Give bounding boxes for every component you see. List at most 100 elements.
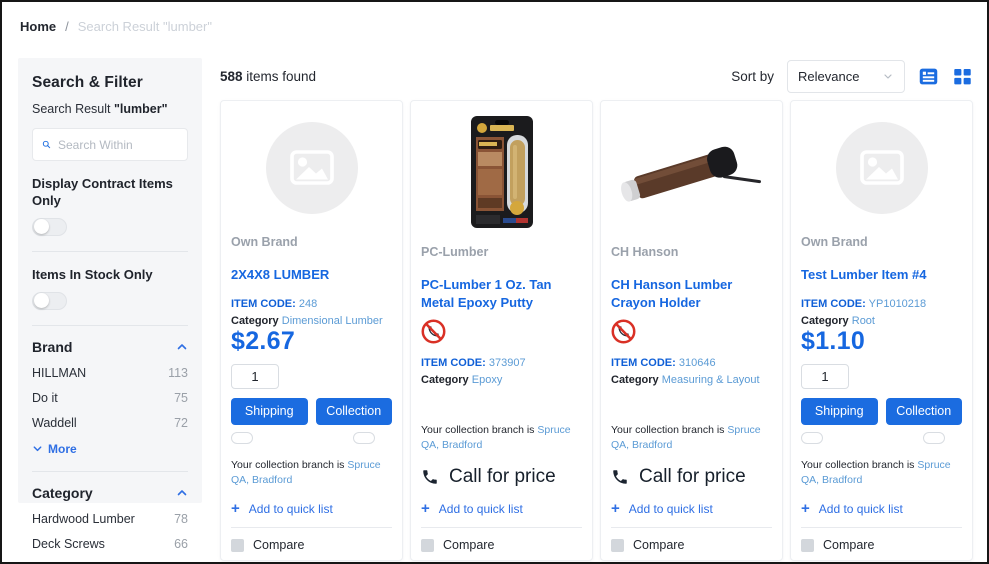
image-placeholder-icon	[266, 122, 358, 214]
add-to-quick-list[interactable]: + Add to quick list	[801, 501, 962, 516]
product-price: $2.67	[231, 327, 392, 356]
list-view-icon	[918, 66, 939, 87]
collection-branch-text: Your collection branch is Spruce QA, Bra…	[611, 423, 772, 453]
category-link[interactable]: Epoxy	[472, 374, 503, 386]
fulfillment-toggle-row	[231, 432, 392, 444]
category-link[interactable]: Root	[852, 315, 875, 327]
add-to-quick-list[interactable]: + Add to quick list	[421, 501, 582, 516]
category-filter-hardwood-lumber[interactable]: Hardwood Lumber 78	[32, 512, 188, 526]
call-for-price: Call for price	[611, 466, 772, 488]
filter-count: 113	[168, 366, 188, 380]
product-title-link[interactable]: Test Lumber Item #4	[801, 266, 962, 284]
compare-row[interactable]: Compare	[421, 527, 582, 552]
add-to-quick-list[interactable]: + Add to quick list	[611, 501, 772, 516]
brand-filter-hillman[interactable]: HILLMAN 113	[32, 366, 188, 380]
collection-branch-text: Your collection branch is Spruce QA, Bra…	[801, 458, 962, 488]
compare-row[interactable]: Compare	[611, 527, 772, 552]
call-for-price: Call for price	[421, 466, 582, 488]
grid-view-button[interactable]	[952, 66, 973, 87]
search-within-box	[32, 128, 188, 161]
product-grid: Own Brand 2X4X8 LUMBER ITEM CODE: 248 Ca…	[220, 100, 973, 561]
item-code-row: ITEM CODE: 373907	[421, 357, 582, 369]
sort-select-value: Relevance	[798, 69, 859, 84]
filter-count: 72	[174, 416, 188, 430]
search-within-input[interactable]	[58, 138, 178, 152]
product-image[interactable]	[231, 111, 392, 225]
sidebar-title: Search & Filter	[32, 74, 188, 92]
category-section-header[interactable]: Category	[32, 485, 188, 501]
in-stock-toggle-label: Items In Stock Only	[32, 267, 188, 284]
collection-button[interactable]: Collection	[316, 398, 393, 425]
shipping-select-pill[interactable]	[231, 432, 253, 444]
divider	[32, 251, 188, 252]
shipping-select-pill[interactable]	[801, 432, 823, 444]
sort-select[interactable]: Relevance	[787, 60, 905, 93]
plus-icon: +	[801, 501, 810, 516]
no-call-icon	[611, 319, 636, 344]
brand-filter-waddell[interactable]: Waddell 72	[32, 416, 188, 430]
in-stock-toggle[interactable]	[32, 292, 67, 310]
item-code-row: ITEM CODE: 310646	[611, 357, 772, 369]
category-link[interactable]: Measuring & Layout	[662, 374, 760, 386]
item-code-row: ITEM CODE: YP1010218	[801, 298, 962, 310]
breadcrumb-current: Search Result "lumber"	[78, 19, 212, 34]
compare-row[interactable]: Compare	[801, 527, 962, 552]
brand-more-link[interactable]: More	[32, 442, 188, 456]
quantity-input[interactable]	[231, 364, 279, 389]
compare-checkbox[interactable]	[421, 539, 434, 552]
quantity-input[interactable]	[801, 364, 849, 389]
results-main: 588 items found Sort by Relevance	[220, 58, 973, 561]
sort-by-label: Sort by	[731, 69, 774, 84]
image-placeholder-icon	[836, 122, 928, 214]
chevron-up-icon	[176, 341, 188, 353]
breadcrumb: Home / Search Result "lumber"	[2, 2, 987, 46]
brand-filter-do-it[interactable]: Do it 75	[32, 391, 188, 405]
compare-row[interactable]: Compare	[231, 527, 392, 552]
product-card-pc-lumber-epoxy: PC-Lumber PC-Lumber 1 Oz. Tan Metal Epox…	[410, 100, 593, 561]
app-window: Home / Search Result "lumber" Search & F…	[0, 0, 989, 564]
collection-button[interactable]: Collection	[886, 398, 963, 425]
collection-select-pill[interactable]	[923, 432, 945, 444]
product-brand: Own Brand	[801, 235, 962, 249]
breadcrumb-home-link[interactable]: Home	[20, 19, 56, 34]
list-view-button[interactable]	[918, 66, 939, 87]
chevron-up-icon	[176, 487, 188, 499]
phone-icon	[611, 468, 629, 486]
no-call-icon	[421, 319, 446, 344]
plus-icon: +	[611, 501, 620, 516]
search-result-subtitle: Search Result "lumber"	[32, 102, 188, 116]
product-brand: CH Hanson	[611, 245, 772, 259]
product-price: $1.10	[801, 327, 962, 356]
add-to-quick-list[interactable]: + Add to quick list	[231, 501, 392, 516]
filter-count: 66	[174, 537, 188, 551]
product-title-link[interactable]: PC-Lumber 1 Oz. Tan Metal Epoxy Putty	[421, 276, 582, 312]
product-brand: Own Brand	[231, 235, 392, 249]
shipping-button[interactable]: Shipping	[801, 398, 878, 425]
plus-icon: +	[231, 501, 240, 516]
product-image[interactable]	[801, 111, 962, 225]
product-title-link[interactable]: CH Hanson Lumber Crayon Holder	[611, 276, 772, 312]
compare-checkbox[interactable]	[611, 539, 624, 552]
collection-branch-text: Your collection branch is Spruce QA, Bra…	[231, 458, 392, 488]
search-icon	[42, 137, 51, 152]
shipping-button[interactable]: Shipping	[231, 398, 308, 425]
compare-checkbox[interactable]	[801, 539, 814, 552]
compare-checkbox[interactable]	[231, 539, 244, 552]
product-title-link[interactable]: 2X4X8 LUMBER	[231, 266, 392, 284]
grid-view-icon	[952, 66, 973, 87]
chevron-down-icon	[32, 443, 43, 454]
collection-select-pill[interactable]	[353, 432, 375, 444]
divider	[32, 471, 188, 472]
category-link[interactable]: Dimensional Lumber	[282, 315, 383, 327]
contract-items-toggle[interactable]	[32, 218, 67, 236]
item-code-value: 310646	[679, 357, 716, 369]
category-row: Category Root	[801, 315, 962, 327]
contract-items-toggle-label: Display Contract Items Only	[32, 176, 188, 210]
product-brand: PC-Lumber	[421, 245, 582, 259]
filter-count: 78	[174, 512, 188, 526]
product-image[interactable]	[611, 111, 772, 235]
category-filter-deck-screws[interactable]: Deck Screws 66	[32, 537, 188, 551]
product-image[interactable]	[421, 111, 582, 235]
brand-section-header[interactable]: Brand	[32, 339, 188, 355]
item-code-row: ITEM CODE: 248	[231, 298, 392, 310]
